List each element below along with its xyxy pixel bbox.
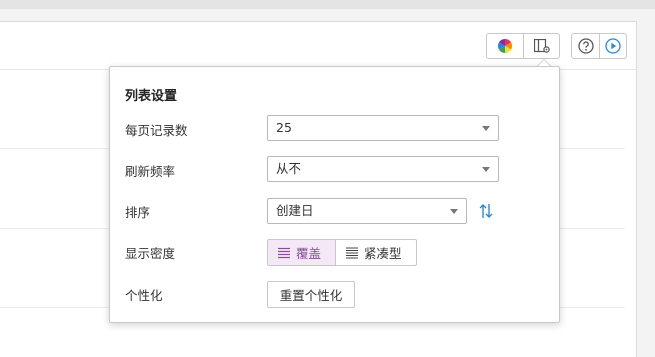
lines-icon — [278, 247, 290, 258]
records-per-page-label: 每页记录数 — [125, 123, 188, 138]
popover-title: 列表设置 — [125, 89, 178, 104]
reset-personalization-button[interactable]: 重置个性化 — [267, 281, 355, 308]
chevron-down-icon — [450, 209, 458, 214]
sort-value: 创建日 — [276, 203, 314, 218]
view-button-group — [486, 33, 560, 59]
density-option-cover-label: 覆盖 — [296, 246, 322, 261]
personalize-label: 个性化 — [125, 288, 163, 303]
compact-lines-icon — [346, 247, 358, 258]
chevron-down-icon — [482, 126, 490, 131]
play-icon[interactable] — [599, 34, 626, 58]
refresh-rate-select[interactable]: 从不 — [267, 156, 499, 182]
help-icon[interactable] — [572, 34, 599, 58]
list-settings-popover: 列表设置 每页记录数 25 刷新频率 从不 排序 创建日 显示密度 覆盖 紧凑型… — [109, 66, 560, 323]
density-label: 显示密度 — [125, 246, 176, 261]
layout-settings-icon[interactable] — [523, 34, 559, 58]
density-option-compact-label: 紧凑型 — [364, 246, 402, 261]
popover-arrow-fill — [538, 60, 550, 66]
records-per-page-select[interactable]: 25 — [267, 115, 499, 141]
chevron-down-icon — [482, 167, 490, 172]
help-button-group — [571, 33, 627, 59]
refresh-rate-label: 刷新频率 — [125, 164, 176, 179]
refresh-rate-value: 从不 — [276, 161, 302, 176]
records-per-page-value: 25 — [276, 120, 292, 135]
sort-select[interactable]: 创建日 — [267, 198, 467, 224]
density-option-cover[interactable]: 覆盖 — [268, 240, 336, 265]
sort-label: 排序 — [125, 205, 151, 220]
sort-direction-icon[interactable] — [478, 202, 494, 220]
density-option-compact[interactable]: 紧凑型 — [336, 240, 416, 265]
density-toggle: 覆盖 紧凑型 — [267, 239, 417, 266]
top-bar — [0, 0, 655, 9]
color-palette-icon[interactable] — [487, 34, 523, 58]
